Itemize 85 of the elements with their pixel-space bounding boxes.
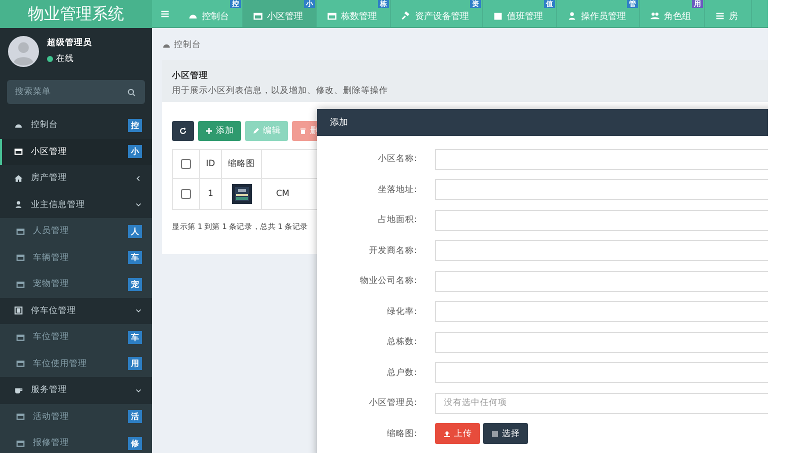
- people-icon: [650, 11, 660, 21]
- cup-icon: [14, 386, 23, 395]
- hammer-icon: [401, 11, 411, 21]
- search-icon: [127, 88, 136, 97]
- input-field[interactable]: [435, 148, 768, 170]
- card-icon: [16, 438, 25, 448]
- plus-icon: [205, 127, 213, 135]
- refresh-button[interactable]: [172, 121, 194, 141]
- user-name: 超级管理员: [47, 37, 92, 49]
- sidebar-item[interactable]: 业主信息管理: [0, 192, 152, 218]
- menu-badge: 人: [128, 224, 142, 238]
- input-field[interactable]: [435, 362, 768, 384]
- sidebar-subitem[interactable]: 活动管理 活: [0, 404, 152, 430]
- menu-icon: [715, 11, 725, 21]
- panel-title: 小区管理: [172, 70, 209, 82]
- field-label: 小区管理员:: [368, 397, 417, 410]
- avatar-icon: [8, 36, 39, 66]
- input-field[interactable]: [435, 210, 768, 231]
- field-label: 物业公司名称:: [359, 275, 417, 288]
- menu-badge: 活: [128, 410, 142, 424]
- input-field[interactable]: [435, 179, 768, 200]
- field-label: 开发商名称:: [368, 244, 417, 257]
- menu-badge: 修: [128, 436, 142, 450]
- sidebar-subitem[interactable]: 宠物管理 宠: [0, 271, 152, 298]
- input-field[interactable]: [435, 270, 768, 292]
- sidebar-item[interactable]: 服务管理: [0, 377, 152, 404]
- person-icon: [14, 200, 23, 210]
- app-logo-text: 物业管理系统: [0, 0, 152, 28]
- menu-badge: 小: [128, 145, 142, 158]
- sidebar-subitem[interactable]: 报修管理 修: [0, 430, 152, 453]
- add-button[interactable]: 添加: [198, 121, 241, 141]
- column-header: 缩略图: [222, 150, 262, 178]
- menu-badge: 车: [128, 330, 142, 344]
- sidebar-subitem[interactable]: 人员管理 人: [0, 218, 152, 244]
- select-field[interactable]: 没有选中任何项: [435, 392, 768, 414]
- upload-icon: [443, 430, 451, 438]
- user-status: 在线: [56, 53, 74, 65]
- table-cell: CM: [276, 189, 290, 199]
- field-label: 总栋数:: [386, 336, 417, 348]
- breadcrumb-link[interactable]: 控制台: [174, 39, 201, 51]
- sidebar-item[interactable]: 小区管理 小: [0, 138, 152, 165]
- card-icon: [16, 226, 25, 236]
- pencil-icon: [252, 127, 260, 135]
- card-icon: [14, 147, 23, 156]
- menu-icon: [160, 8, 170, 18]
- menu-badge: 宠: [128, 278, 142, 291]
- house-icon: [14, 174, 23, 183]
- sidebar-item[interactable]: 房产管理: [0, 165, 152, 192]
- choose-button[interactable]: 选择: [483, 423, 528, 444]
- sidebar-subitem[interactable]: 车位使用管理 用: [0, 350, 152, 377]
- search-field[interactable]: 搜索菜单: [7, 80, 145, 104]
- checkbox[interactable]: [181, 158, 191, 169]
- menu-icon: [491, 430, 499, 438]
- menu-badge: 控: [128, 118, 142, 132]
- sidebar-subitem[interactable]: 车位管理 车: [0, 324, 152, 350]
- table-cell: 1: [200, 178, 222, 210]
- sidebar-subitem[interactable]: 车辆管理 车: [0, 244, 152, 271]
- menu-badge: 用: [128, 357, 142, 370]
- menu-badge: 车: [128, 251, 142, 264]
- field-label: 小区名称:: [377, 153, 417, 166]
- field-label: 坐落地址:: [377, 184, 417, 196]
- card-icon: [16, 359, 25, 368]
- card-icon: [16, 332, 25, 342]
- field-label: 占地面积:: [377, 214, 417, 226]
- field-label: 缩略图:: [386, 428, 417, 440]
- card-icon: [16, 253, 25, 262]
- card-icon: [16, 412, 25, 422]
- sidebar-item[interactable]: 停车位管理: [0, 298, 152, 324]
- card-icon: [16, 280, 25, 289]
- sidebar-item[interactable]: 控制台 控: [0, 112, 152, 138]
- refresh-icon: [179, 127, 187, 135]
- field-label: 总户数:: [386, 366, 417, 379]
- input-field[interactable]: [435, 301, 768, 322]
- dialog-title: 添加: [330, 116, 348, 129]
- card-icon: [327, 11, 337, 21]
- column-header: ID: [200, 150, 222, 178]
- card-icon: [253, 11, 263, 21]
- trash-icon: [299, 127, 307, 135]
- panel-description: 用于展示小区列表信息，以及增加、修改、删除等操作: [172, 85, 389, 97]
- field-label: 绿化率:: [386, 306, 417, 318]
- input-field[interactable]: [435, 332, 768, 353]
- checkbox[interactable]: [181, 188, 191, 199]
- upload-button[interactable]: 上传: [435, 423, 480, 444]
- input-field[interactable]: [435, 240, 768, 262]
- person-icon: [567, 11, 577, 21]
